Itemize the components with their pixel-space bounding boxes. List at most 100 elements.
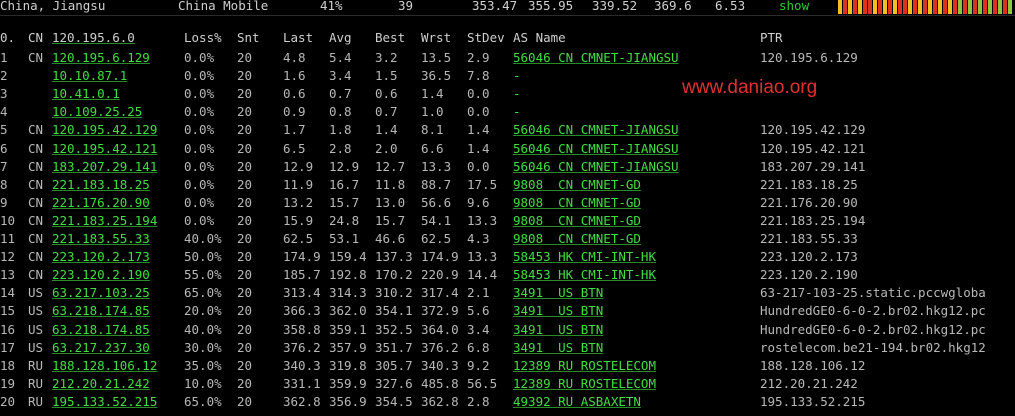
sparkline-bar: [938, 0, 942, 14]
hop-ip[interactable]: 183.207.29.141: [52, 159, 157, 175]
header-ip[interactable]: 120.195.6.0: [52, 30, 135, 46]
hop-ip[interactable]: 221.183.18.25: [52, 177, 150, 193]
hop-ip[interactable]: 10.10.87.1: [52, 68, 127, 84]
country-code: CN: [28, 267, 44, 283]
ptr-record: 221.183.18.25: [760, 176, 858, 192]
hop-ip[interactable]: 223.120.2.190: [52, 267, 150, 283]
hop-ip[interactable]: 63.217.237.30: [52, 340, 150, 356]
hop-ip[interactable]: 221.183.25.194: [52, 213, 157, 229]
hop-number: 18: [0, 357, 16, 373]
hop-ip[interactable]: 63.217.103.25: [52, 285, 150, 301]
show-link[interactable]: show: [779, 0, 809, 13]
loss-percent: 65.0%: [184, 285, 222, 301]
best-latency: 354.5: [375, 393, 413, 409]
country-code: CN: [28, 122, 44, 138]
table-row: 20 RU 195.133.52.215 65.0% 20 362.8 356.9 354.5…: [0, 392, 1015, 412]
table-row: 3 10.41.0.1 0.0% 20 0.6 0.7 0.6 1.4 0.0 -: [0, 84, 1015, 104]
sent-count: 20: [237, 86, 253, 102]
stdev: 5.6: [467, 303, 490, 319]
last-latency: 11.9: [283, 176, 314, 192]
loss-percent: 0.0%: [184, 176, 215, 192]
sent-count: 20: [237, 339, 253, 355]
as-name[interactable]: 56046 CN CMNET-JIANGSU: [513, 141, 679, 157]
stdev: 7.8: [467, 68, 490, 84]
country-code: RU: [28, 375, 44, 391]
avg-latency: 0.8: [329, 104, 352, 120]
ptr-record: 221.183.55.33: [760, 231, 858, 246]
as-name[interactable]: 9808 CN CMNET-GD: [513, 177, 641, 193]
hop-ip[interactable]: 188.128.106.12: [52, 358, 157, 374]
as-name[interactable]: 12389 RU ROSTELECOM: [513, 376, 656, 392]
as-name[interactable]: 3491 US BTN: [513, 303, 603, 319]
best-latency: 46.6: [375, 231, 406, 246]
hop-ip[interactable]: 221.183.55.33: [52, 231, 150, 247]
sparkline-bar: [888, 0, 892, 14]
ptr-record: HundredGE0-6-0-2.br02.hkg12.pc: [760, 321, 986, 337]
country-code: RU: [28, 357, 44, 373]
sent-count: 20: [237, 104, 253, 120]
loss-percent: 20.0%: [184, 303, 222, 319]
avg-latency: 16.7: [329, 176, 360, 192]
hop-number: 4: [0, 104, 8, 120]
hop-ip[interactable]: 63.218.174.85: [52, 303, 150, 319]
table-row: 15 US 63.218.174.85 20.0% 20 366.3 362.0 354.1 3…: [0, 301, 1015, 321]
hop-ip[interactable]: 221.176.20.90: [52, 195, 150, 211]
as-name[interactable]: 56046 CN CMNET-JIANGSU: [513, 122, 679, 138]
best-latency: 0.7: [375, 104, 398, 120]
avg-latency: 357.9: [329, 339, 367, 355]
last-latency: 62.5: [283, 231, 314, 246]
as-name[interactable]: 56046 CN CMNET-JIANGSU: [513, 50, 679, 66]
hop-ip[interactable]: 195.133.52.215: [52, 394, 157, 410]
table-row: 19 RU 212.20.21.242 10.0% 20 331.1 359.9 327.6 4…: [0, 374, 1015, 394]
as-name[interactable]: 49392 RU ASBAXETN: [513, 394, 641, 410]
stdev: 1.4: [467, 140, 490, 156]
sparkline-bar: [858, 0, 862, 14]
header-ptr: PTR: [760, 30, 783, 45]
as-name[interactable]: 56046 CN CMNET-JIANGSU: [513, 159, 679, 175]
worst-latency: 56.6: [421, 194, 452, 210]
summary-v4: 369.6: [654, 0, 692, 13]
hop-ip[interactable]: 120.195.6.129: [52, 50, 150, 66]
as-name[interactable]: 9808 CN CMNET-GD: [513, 213, 641, 229]
hop-number: 1: [0, 50, 8, 65]
stdev: 14.4: [467, 267, 498, 283]
as-name[interactable]: 58453 HK CMI-INT-HK: [513, 249, 656, 265]
summary-snt: 39: [398, 0, 414, 13]
as-name[interactable]: 9808 CN CMNET-GD: [513, 195, 641, 211]
stdev: 17.5: [467, 176, 498, 192]
sparkline-bar: [908, 0, 912, 14]
as-name[interactable]: 3491 US BTN: [513, 340, 603, 356]
sparkline-bar: [923, 0, 927, 14]
hop-ip[interactable]: 223.120.2.173: [52, 249, 150, 265]
as-name[interactable]: 9808 CN CMNET-GD: [513, 231, 641, 247]
ptr-record: 120.195.6.129: [760, 50, 858, 65]
hop-number: 10: [0, 212, 16, 228]
best-latency: 327.6: [375, 375, 413, 391]
table-row: 17 US 63.217.237.30 30.0% 20 376.2 357.9 351.7 3…: [0, 338, 1015, 358]
hop-ip[interactable]: 120.195.42.121: [52, 141, 157, 157]
stdev: 0.0: [467, 104, 490, 120]
sparkline-bar: [838, 0, 842, 14]
as-name[interactable]: 58453 HK CMI-INT-HK: [513, 267, 656, 283]
loss-percent: 0.0%: [184, 86, 215, 102]
as-name[interactable]: 12389 RU ROSTELECOM: [513, 358, 656, 374]
avg-latency: 192.8: [329, 267, 367, 283]
sent-count: 20: [237, 231, 253, 246]
avg-latency: 356.9: [329, 393, 367, 409]
hop-number: 6: [0, 140, 8, 156]
hop-ip[interactable]: 212.20.21.242: [52, 376, 150, 392]
sparkline-bar: [873, 0, 877, 14]
last-latency: 362.8: [283, 393, 321, 409]
loss-percent: 30.0%: [184, 339, 222, 355]
as-name[interactable]: 3491 US BTN: [513, 322, 603, 338]
loss-percent: 65.0%: [184, 393, 222, 409]
location-label: China, Jiangsu: [0, 0, 106, 13]
sent-count: 20: [237, 393, 253, 409]
hop-ip[interactable]: 63.218.174.85: [52, 322, 150, 338]
last-latency: 1.7: [283, 122, 306, 138]
sparkline-bar: [953, 0, 957, 14]
hop-ip[interactable]: 10.109.25.25: [52, 104, 142, 120]
hop-ip[interactable]: 10.41.0.1: [52, 86, 120, 102]
as-name[interactable]: 3491 US BTN: [513, 285, 603, 301]
hop-ip[interactable]: 120.195.42.129: [52, 122, 157, 138]
